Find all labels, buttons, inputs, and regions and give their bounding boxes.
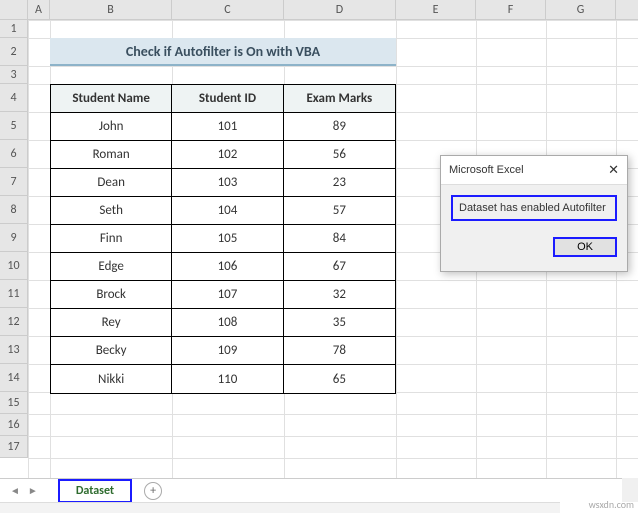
table-cell[interactable]: 104 [172,197,283,225]
table-cell[interactable]: 89 [284,113,395,141]
table-cell[interactable]: 32 [284,281,395,309]
tab-nav: ◄ ► [10,484,38,497]
table-row: Roman10256 [51,141,395,169]
table-cell[interactable]: 56 [284,141,395,169]
table-row: Dean10323 [51,169,395,197]
next-sheet-icon[interactable]: ► [28,484,38,497]
table-row: Rey10835 [51,309,395,337]
column-header-D[interactable]: D [284,0,396,19]
dialog-message: Dataset has enabled Autofilter [451,195,617,221]
add-sheet-button[interactable]: + [144,482,162,500]
table-row: Becky10978 [51,337,395,365]
close-icon[interactable]: ✕ [608,162,619,178]
table-row: Finn10584 [51,225,395,253]
row-header-11[interactable]: 11 [0,280,27,308]
table-row: Edge10667 [51,253,395,281]
table-row: John10189 [51,113,395,141]
table-cell[interactable]: Rey [51,309,172,337]
table-cell[interactable]: 101 [172,113,283,141]
row-header-2[interactable]: 2 [0,38,27,66]
table-header-cell[interactable]: Exam Marks [284,85,395,113]
table-cell[interactable]: 102 [172,141,283,169]
row-header-1[interactable]: 1 [0,20,27,38]
column-header-E[interactable]: E [396,0,476,19]
row-header-4[interactable]: 4 [0,84,27,112]
column-headers: ABCDEFG [28,0,638,20]
row-header-16[interactable]: 16 [0,414,27,436]
table-cell[interactable]: 106 [172,253,283,281]
status-bar [0,502,560,513]
data-table: Student NameStudent IDExam MarksJohn1018… [50,84,396,394]
table-cell[interactable]: 109 [172,337,283,365]
message-box: Microsoft Excel ✕ Dataset has enabled Au… [440,155,628,272]
column-header-G[interactable]: G [546,0,616,19]
table-cell[interactable]: 67 [284,253,395,281]
table-cell[interactable]: 110 [172,365,283,393]
dialog-titlebar[interactable]: Microsoft Excel ✕ [441,156,627,185]
row-header-15[interactable]: 15 [0,392,27,414]
ok-button[interactable]: OK [553,237,617,257]
column-header-C[interactable]: C [172,0,284,19]
table-cell[interactable]: John [51,113,172,141]
row-header-13[interactable]: 13 [0,336,27,364]
row-header-3[interactable]: 3 [0,66,27,84]
row-header-14[interactable]: 14 [0,364,27,392]
table-cell[interactable]: 108 [172,309,283,337]
table-cell[interactable]: 78 [284,337,395,365]
table-row: Seth10457 [51,197,395,225]
table-cell[interactable]: Becky [51,337,172,365]
sheet-tab-dataset[interactable]: Dataset [58,479,132,503]
table-cell[interactable]: 105 [172,225,283,253]
table-cell[interactable]: Brock [51,281,172,309]
table-cell[interactable]: Roman [51,141,172,169]
column-header-A[interactable]: A [28,0,50,19]
table-row: Brock10732 [51,281,395,309]
table-row: Nikki11065 [51,365,395,393]
row-header-10[interactable]: 10 [0,252,27,280]
table-cell[interactable]: 23 [284,169,395,197]
table-cell[interactable]: 84 [284,225,395,253]
table-cell[interactable]: 107 [172,281,283,309]
table-cell[interactable]: Seth [51,197,172,225]
row-header-12[interactable]: 12 [0,308,27,336]
table-cell[interactable]: Nikki [51,365,172,393]
column-header-F[interactable]: F [476,0,546,19]
row-header-7[interactable]: 7 [0,168,27,196]
row-header-9[interactable]: 9 [0,224,27,252]
dialog-body: Dataset has enabled Autofilter OK [441,185,627,271]
sheet-tab-bar: ◄ ► Dataset + [0,478,638,502]
prev-sheet-icon[interactable]: ◄ [10,484,20,497]
dialog-title: Microsoft Excel [449,164,524,176]
table-cell[interactable]: 57 [284,197,395,225]
select-all-corner[interactable] [0,0,28,20]
row-headers: 1234567891011121314151617 [0,20,28,458]
row-header-8[interactable]: 8 [0,196,27,224]
row-header-17[interactable]: 17 [0,436,27,458]
row-header-6[interactable]: 6 [0,140,27,168]
table-cell[interactable]: 103 [172,169,283,197]
table-cell[interactable]: 65 [284,365,395,393]
title-cell[interactable]: Check if Autofilter is On with VBA [50,38,396,66]
table-cell[interactable]: Dean [51,169,172,197]
table-cell[interactable]: 35 [284,309,395,337]
table-header-cell[interactable]: Student ID [172,85,283,113]
row-header-5[interactable]: 5 [0,112,27,140]
table-cell[interactable]: Edge [51,253,172,281]
watermark: wsxdn.com [589,498,634,511]
table-header-cell[interactable]: Student Name [51,85,172,113]
table-cell[interactable]: Finn [51,225,172,253]
column-header-B[interactable]: B [50,0,172,19]
